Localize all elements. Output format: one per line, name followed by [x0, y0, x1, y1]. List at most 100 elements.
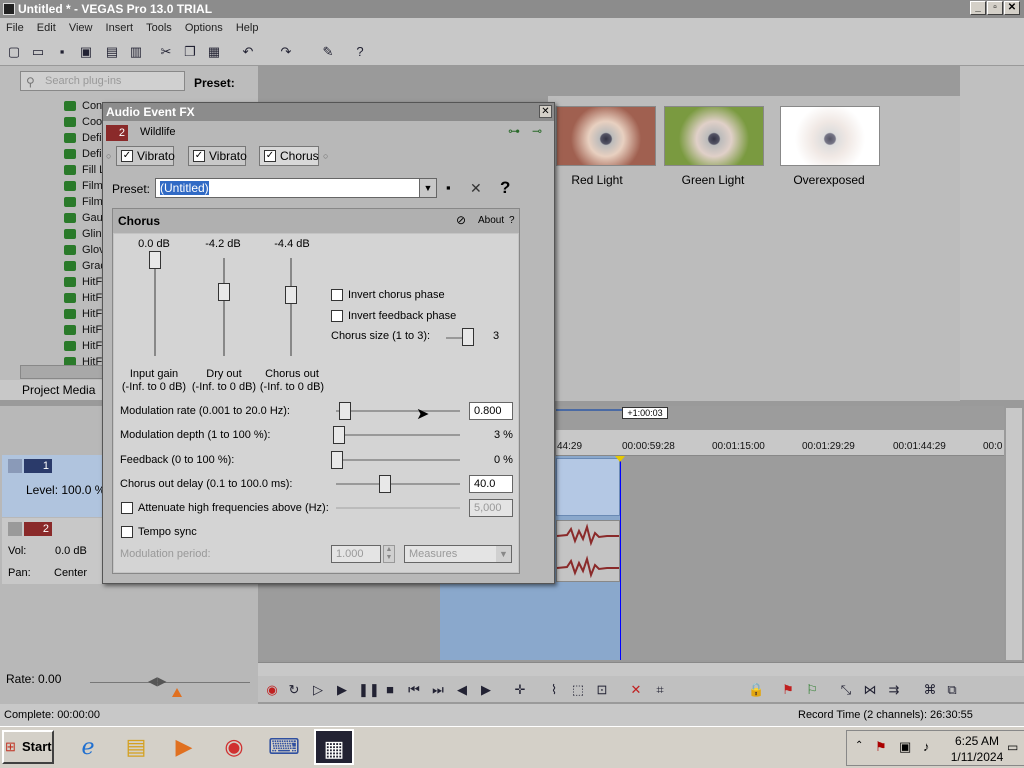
- new-file-icon[interactable]: ▢: [6, 44, 22, 60]
- about-help[interactable]: ?: [509, 215, 515, 226]
- tree-item[interactable]: Fill L: [62, 162, 105, 178]
- next-frame-icon[interactable]: ▶: [478, 682, 494, 698]
- attenuate-slider[interactable]: [336, 507, 460, 509]
- chorus-out-fader[interactable]: [290, 258, 292, 356]
- keyboard-app-icon[interactable]: ⌨: [264, 729, 304, 765]
- chorus-size-thumb[interactable]: [462, 328, 474, 346]
- volume-icon[interactable]: ♪: [923, 739, 930, 754]
- open-folder-icon[interactable]: ▭: [30, 44, 46, 60]
- menu-file[interactable]: File: [6, 22, 24, 34]
- clock-date[interactable]: 1/11/2024: [947, 750, 1007, 764]
- tree-item[interactable]: Defi: [62, 130, 102, 146]
- chain-tab-vibrato-2[interactable]: ✓ Vibrato: [188, 146, 247, 166]
- tree-item[interactable]: Con: [62, 98, 102, 114]
- attenuate-checkbox[interactable]: [121, 502, 133, 514]
- menu-help[interactable]: Help: [236, 22, 259, 34]
- menu-options[interactable]: Options: [185, 22, 223, 34]
- input-gain-thumb[interactable]: [149, 251, 161, 269]
- track-collapse-icon[interactable]: [8, 459, 22, 473]
- chorus-delay-slider[interactable]: [336, 483, 460, 485]
- bypass-icon[interactable]: ⊘: [456, 213, 466, 227]
- dry-out-thumb[interactable]: [218, 283, 230, 301]
- play-icon[interactable]: ▶: [334, 682, 350, 698]
- tree-item[interactable]: HitF: [62, 274, 102, 290]
- attenuate-input[interactable]: 5,000: [469, 499, 513, 517]
- save-as-icon[interactable]: ▣: [78, 44, 94, 60]
- lock-envelopes-icon[interactable]: ⌘: [922, 682, 938, 698]
- tree-item[interactable]: HitF: [62, 338, 102, 354]
- remove-plugin-icon[interactable]: ⊸: [532, 124, 542, 138]
- previous-frame-icon[interactable]: ◀: [454, 682, 470, 698]
- plugin-search-input[interactable]: Search plug-ins: [20, 71, 185, 91]
- tree-item[interactable]: HitF: [62, 290, 102, 306]
- go-to-end-icon[interactable]: ⏭: [430, 682, 446, 698]
- feedback-slider[interactable]: [336, 459, 460, 461]
- snapping-icon[interactable]: ⤡: [838, 682, 854, 698]
- show-hidden-icons-icon[interactable]: ⌃: [855, 740, 863, 751]
- clock-time[interactable]: 6:25 AM: [949, 734, 1005, 748]
- ignore-grouping-icon[interactable]: ⧉: [944, 682, 960, 698]
- brush-icon[interactable]: ✎: [320, 44, 336, 60]
- mod-period-spinner[interactable]: ▲ ▼: [383, 545, 395, 563]
- green-light-thumbnail[interactable]: [664, 106, 764, 166]
- dialog-close-button[interactable]: ✕: [539, 105, 552, 118]
- audio-clip[interactable]: [556, 520, 620, 582]
- save-preset-icon[interactable]: ▪: [446, 180, 451, 195]
- network-icon[interactable]: ▣: [899, 739, 911, 755]
- track-collapse-icon[interactable]: [8, 522, 22, 536]
- save-icon[interactable]: ▪: [54, 44, 70, 60]
- marker-icon[interactable]: ⚑: [780, 682, 796, 698]
- chrome-icon[interactable]: ◉: [214, 729, 254, 765]
- feedback-thumb[interactable]: [331, 451, 343, 469]
- timeline-vertical-scrollbar[interactable]: [1006, 408, 1022, 660]
- overexposed-thumbnail[interactable]: [780, 106, 880, 166]
- enable-checkbox[interactable]: ✓: [121, 150, 133, 162]
- file-explorer-icon[interactable]: ▤: [116, 729, 156, 765]
- measures-dropdown-icon[interactable]: ▼: [496, 546, 511, 562]
- trim-icon[interactable]: ⌗: [652, 682, 668, 698]
- plugin-chain-icon[interactable]: ⊶: [508, 124, 520, 138]
- lock-icon[interactable]: 🔒: [748, 682, 764, 698]
- delete-icon[interactable]: ✕: [628, 682, 644, 698]
- mod-depth-thumb[interactable]: [333, 426, 345, 444]
- paste-icon[interactable]: ▦: [206, 44, 222, 60]
- tree-item-selected[interactable]: Grad: [62, 258, 106, 274]
- preset-dropdown-icon[interactable]: ▼: [419, 179, 436, 197]
- undo-icon[interactable]: ↶: [240, 44, 256, 60]
- render-icon[interactable]: ▥: [128, 44, 144, 60]
- zoom-tool-icon[interactable]: ⊡: [594, 682, 610, 698]
- tree-item[interactable]: Gau: [62, 210, 103, 226]
- tempo-sync-checkbox[interactable]: [121, 526, 133, 538]
- region-icon[interactable]: ⚐: [804, 682, 820, 698]
- track-vol-value[interactable]: 0.0 dB: [55, 545, 87, 557]
- vegas-taskbar-icon[interactable]: ▦: [314, 729, 354, 765]
- auto-crossfade-icon[interactable]: ⋈: [862, 682, 878, 698]
- close-button[interactable]: ✕: [1004, 1, 1020, 15]
- menu-tools[interactable]: Tools: [146, 22, 172, 34]
- chorus-delay-input[interactable]: 40.0: [469, 475, 513, 493]
- properties-icon[interactable]: ▤: [104, 44, 120, 60]
- envelope-tool-icon[interactable]: ⌇: [546, 682, 562, 698]
- loop-icon[interactable]: ↻: [286, 682, 302, 698]
- rate-slider-thumb-icon[interactable]: ◀▶: [148, 674, 166, 688]
- mod-rate-slider[interactable]: [336, 410, 460, 412]
- menu-insert[interactable]: Insert: [106, 22, 134, 34]
- maximize-button[interactable]: ▫: [987, 1, 1003, 15]
- minimize-button[interactable]: _: [970, 1, 986, 15]
- normal-edit-tool-icon[interactable]: ✛: [512, 682, 528, 698]
- about-link[interactable]: About: [478, 215, 504, 226]
- tree-item[interactable]: Defi: [62, 146, 102, 162]
- ripple-edit-icon[interactable]: ⇉: [886, 682, 902, 698]
- mod-rate-thumb[interactable]: [339, 402, 351, 420]
- enable-checkbox[interactable]: ✓: [264, 150, 276, 162]
- help-icon[interactable]: ?: [500, 178, 510, 198]
- action-center-icon[interactable]: ⚑: [875, 739, 887, 755]
- internet-explorer-icon[interactable]: ℯ: [68, 729, 108, 765]
- chorus-out-thumb[interactable]: [285, 286, 297, 304]
- mod-rate-input[interactable]: 0.800: [469, 402, 513, 420]
- rate-slider[interactable]: [90, 682, 250, 683]
- redo-icon[interactable]: ↷: [278, 44, 294, 60]
- play-from-start-icon[interactable]: ▷: [310, 682, 326, 698]
- go-to-start-icon[interactable]: ⏮: [406, 682, 422, 698]
- tree-item[interactable]: Glov: [62, 242, 105, 258]
